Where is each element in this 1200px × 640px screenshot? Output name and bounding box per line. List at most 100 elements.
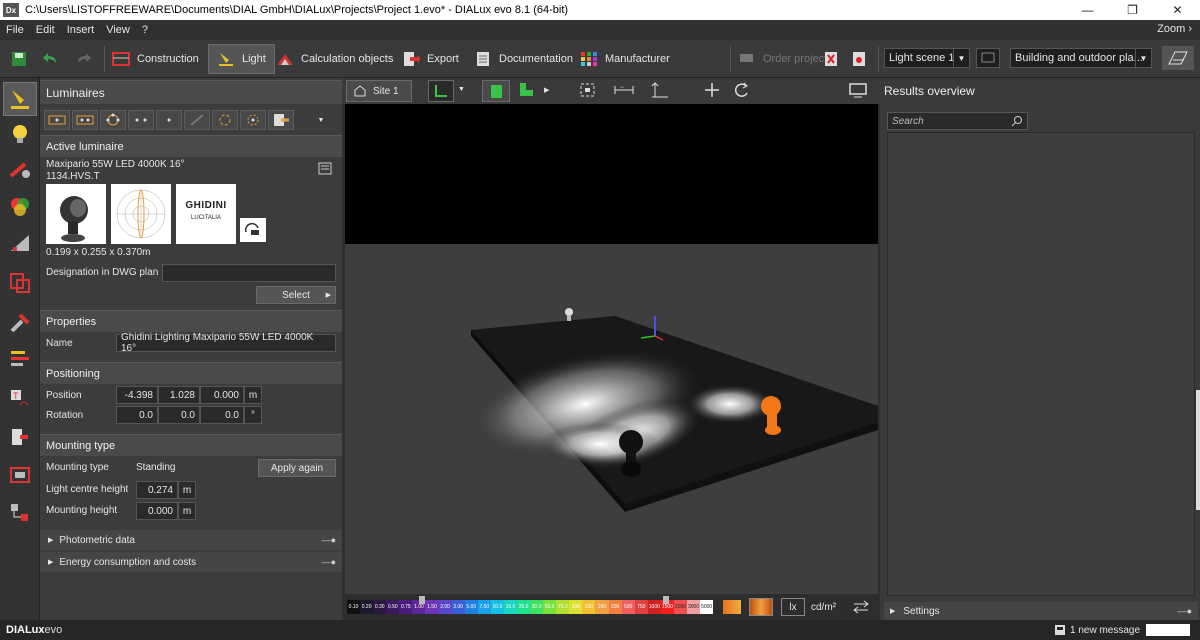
position-y-input[interactable]: 1.028 <box>158 386 200 404</box>
copy-arrangement-button[interactable] <box>240 110 266 130</box>
order-project-button[interactable]: Order project <box>738 44 827 74</box>
light-scene-dropdown[interactable]: Light scene 1 ▼ <box>884 48 970 68</box>
sidebar-light-tools[interactable] <box>3 154 37 188</box>
settings-section[interactable]: ▶ Settings —● <box>884 602 1198 620</box>
close-window-button[interactable]: ✕ <box>1155 0 1200 20</box>
redo-button[interactable] <box>74 44 99 74</box>
name-input[interactable]: Ghidini Lighting Maxipario 55W LED 4000K… <box>116 332 336 354</box>
rotate-view-button[interactable] <box>730 80 756 102</box>
zoom-extents-button[interactable] <box>576 80 602 102</box>
floor-plan-button[interactable] <box>1162 46 1194 70</box>
photometric-data-section[interactable]: ▶ Photometric data —● <box>40 530 342 550</box>
pin-icon[interactable]: —● <box>322 535 336 545</box>
lux-unit-button[interactable]: lx <box>781 598 805 616</box>
light-scene-edit-button[interactable] <box>976 48 1000 68</box>
tab-construction[interactable]: Construction <box>112 44 199 74</box>
legend-cell: 1.50 <box>425 600 439 614</box>
sidebar-light-scenes[interactable] <box>3 342 37 376</box>
sidebar-align[interactable] <box>3 496 37 530</box>
view-3d-button[interactable] <box>482 80 510 102</box>
pin-icon[interactable]: —● <box>1178 606 1192 616</box>
sidebar-light-bulb[interactable] <box>3 118 37 152</box>
apply-again-button[interactable]: Apply again <box>258 459 336 477</box>
fullscreen-button[interactable] <box>846 80 872 102</box>
designation-input[interactable] <box>162 264 336 282</box>
tab-export[interactable]: Export <box>402 44 459 74</box>
cd-unit-label[interactable]: cd/m² <box>811 602 836 613</box>
polar-diagram-icon <box>116 189 166 239</box>
sidebar-tools[interactable] <box>3 306 37 340</box>
legend-slider-min[interactable] <box>419 596 425 604</box>
mounting-height-input[interactable]: 0.000 <box>136 502 178 520</box>
sidebar-selection[interactable] <box>3 458 37 492</box>
tab-documentation[interactable]: Documentation <box>474 44 573 74</box>
zoom-menu[interactable]: Zoom › <box>1157 23 1192 35</box>
tab-calculation-objects[interactable]: Calculation objects <box>276 44 393 74</box>
measure-button[interactable]: ↔ <box>612 80 638 102</box>
light-centre-height-input[interactable]: 0.274 <box>136 481 178 499</box>
isolines-button[interactable] <box>749 598 773 616</box>
save-button[interactable] <box>10 44 35 74</box>
search-input[interactable]: Search <box>887 112 1028 130</box>
rotation-z-input[interactable]: 0.0 <box>200 406 244 424</box>
pin-icon[interactable]: —● <box>322 557 336 567</box>
message-indicator[interactable] <box>1146 624 1190 636</box>
legend-cell: 2000 <box>673 600 688 614</box>
place-point-button[interactable] <box>156 110 182 130</box>
legend-slider-max[interactable] <box>663 596 669 604</box>
rotate-button[interactable] <box>212 110 238 130</box>
new-message-text[interactable]: 1 new message <box>1070 625 1140 636</box>
place-single-button[interactable] <box>44 110 70 130</box>
view-plane-button[interactable] <box>428 80 454 102</box>
tab-light[interactable]: Light <box>208 44 275 74</box>
luminaire-distant[interactable] <box>565 308 573 321</box>
sidebar-luminaires[interactable] <box>3 82 37 116</box>
energy-section[interactable]: ▶ Energy consumption and costs —● <box>40 552 342 572</box>
place-line-button[interactable] <box>72 110 98 130</box>
chevron-down-icon[interactable]: ▼ <box>458 86 465 93</box>
swap-legend-button[interactable] <box>851 598 871 616</box>
chevron-right-icon[interactable]: ▶ <box>544 86 549 94</box>
height-button[interactable] <box>648 80 674 102</box>
light-icon <box>219 53 233 66</box>
rotate-luminaire-button[interactable] <box>240 218 266 242</box>
toolbar-more-button[interactable]: ▼ <box>302 110 340 130</box>
menu-help[interactable]: ? <box>136 24 154 36</box>
menu-insert[interactable]: Insert <box>61 24 101 36</box>
replace-luminaire-button[interactable] <box>268 110 294 130</box>
position-z-input[interactable]: 0.000 <box>200 386 244 404</box>
sidebar-calculation[interactable] <box>3 226 37 260</box>
scroll-handle[interactable] <box>1196 390 1200 510</box>
luminaire-settings-button[interactable] <box>850 44 875 74</box>
undo-button[interactable] <box>42 44 67 74</box>
sidebar-insert[interactable] <box>3 420 37 454</box>
menu-file[interactable]: File <box>0 24 30 36</box>
select-button[interactable]: Select ▶ <box>256 286 336 304</box>
move-button[interactable] <box>700 80 726 102</box>
minimize-button[interactable]: — <box>1065 0 1110 20</box>
replace-icon <box>274 114 289 126</box>
site-button[interactable]: Site 1 <box>346 80 412 102</box>
menu-edit[interactable]: Edit <box>30 24 61 36</box>
aim-button[interactable] <box>184 110 210 130</box>
delete-button[interactable] <box>822 44 847 74</box>
sidebar-light-colour[interactable] <box>3 190 37 224</box>
menu-view[interactable]: View <box>100 24 136 36</box>
maximize-button[interactable]: ❐ <box>1110 0 1155 20</box>
place-points-button[interactable] <box>128 110 154 130</box>
energy-label: Energy consumption and costs <box>59 556 197 568</box>
sidebar-text[interactable]: T <box>3 382 37 416</box>
sidebar-arrangement[interactable] <box>3 266 37 300</box>
colour-icon <box>11 198 29 216</box>
position-x-input[interactable]: -4.398 <box>116 386 158 404</box>
place-circle-button[interactable] <box>100 110 126 130</box>
rotation-y-input[interactable]: 0.0 <box>158 406 200 424</box>
wrench-icon <box>10 313 30 333</box>
planning-mode-dropdown[interactable]: Building and outdoor pla... ▼ <box>1010 48 1152 68</box>
tab-manufacturer[interactable]: Manufacturer <box>580 44 670 74</box>
luminaire-datasheet-icon[interactable] <box>318 162 334 179</box>
false-colour-button[interactable] <box>723 600 741 614</box>
chevron-down-icon: ▼ <box>1135 49 1151 67</box>
rotation-x-input[interactable]: 0.0 <box>116 406 158 424</box>
view-floor-button[interactable] <box>514 80 540 102</box>
